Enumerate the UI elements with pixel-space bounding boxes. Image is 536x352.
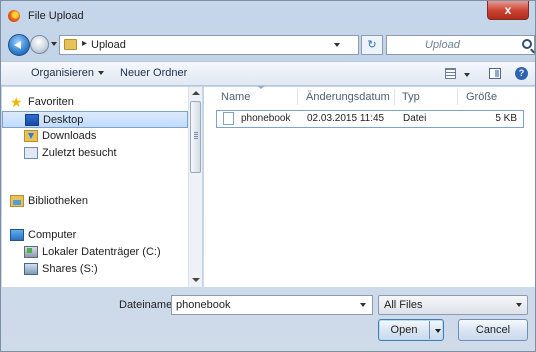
column-divider[interactable] — [457, 89, 458, 105]
window-title: File Upload — [28, 10, 84, 22]
search-icon[interactable] — [522, 39, 532, 49]
file-type: Datei — [403, 113, 427, 124]
sidebar-item-computer[interactable]: Computer — [2, 227, 188, 244]
sidebar-item-label: Shares (S:) — [42, 263, 98, 275]
sidebar-item-zuletzt-besucht[interactable]: Zuletzt besucht — [2, 145, 188, 162]
scroll-up-icon[interactable] — [192, 91, 200, 95]
filename-value: phonebook — [176, 299, 231, 311]
sidebar-item-label: Computer — [28, 229, 77, 241]
back-button[interactable] — [8, 34, 30, 56]
sidebar-item-label: Bibliotheken — [28, 195, 88, 207]
filename-label: Dateiname: — [119, 299, 176, 311]
column-header-type[interactable]: Typ — [402, 87, 420, 107]
preview-pane-icon[interactable] — [489, 68, 501, 79]
new-folder-button[interactable]: Neuer Ordner — [120, 67, 187, 79]
forward-button[interactable] — [30, 35, 49, 54]
breadcrumb-upload[interactable]: Upload — [91, 39, 126, 51]
star-icon: ★ — [10, 94, 23, 110]
file-modified: 02.03.2015 11:45 — [307, 113, 385, 124]
close-button[interactable]: x — [487, 1, 529, 20]
split-divider — [429, 321, 430, 339]
file-size: 5 KB — [495, 113, 517, 124]
sidebar-item-label: Favoriten — [28, 96, 74, 108]
sidebar-item-downloads[interactable]: Downloads — [2, 128, 188, 145]
file-name: phonebook — [241, 113, 291, 124]
file-row[interactable]: phonebook 02.03.2015 11:45 Datei 5 KB — [216, 110, 524, 128]
chevron-down-icon — [516, 303, 522, 307]
file-type-filter-value: All Files — [384, 299, 423, 311]
sidebar-item-shares[interactable]: Shares (S:) — [2, 261, 188, 278]
view-options-dropdown[interactable] — [464, 73, 470, 77]
column-header-modified[interactable]: Änderungsdatum — [306, 87, 390, 107]
desktop-icon — [25, 114, 39, 126]
breadcrumb-separator[interactable]: ▸ — [82, 38, 87, 49]
sort-indicator-icon — [257, 86, 265, 89]
search-placeholder: Upload — [425, 39, 460, 51]
sidebar-item-desktop[interactable]: Desktop — [2, 111, 188, 128]
column-header-name[interactable]: Name — [221, 87, 250, 107]
sidebar-item-local-disk[interactable]: Lokaler Datenträger (C:) — [2, 244, 188, 261]
search-input[interactable]: Upload — [386, 35, 535, 55]
file-list: Name Änderungsdatum Typ Größe phonebook … — [204, 86, 535, 287]
address-bar[interactable]: ▸ Upload — [59, 35, 359, 55]
organize-label: Organisieren — [31, 67, 94, 79]
downloads-icon — [24, 130, 38, 142]
file-upload-dialog: File Upload x ▸ Upload ↻ Upload Organisi… — [0, 0, 536, 352]
address-dropdown-icon[interactable] — [334, 43, 340, 47]
sidebar-item-bibliotheken[interactable]: Bibliotheken — [2, 193, 188, 210]
navigation-row: ▸ Upload ↻ Upload — [1, 31, 535, 59]
file-icon — [223, 112, 234, 125]
cancel-button[interactable]: Cancel — [458, 319, 528, 341]
column-divider[interactable] — [394, 89, 395, 105]
chevron-down-icon[interactable] — [360, 303, 366, 307]
organize-button[interactable]: Organisieren — [31, 67, 104, 79]
sidebar-item-label: Desktop — [43, 114, 84, 126]
folder-icon — [64, 39, 77, 50]
sidebar-item-favoriten[interactable]: ★ Favoriten — [2, 94, 188, 111]
help-icon[interactable]: ? — [515, 67, 528, 80]
sidebar-item-label: Zuletzt besucht — [42, 147, 117, 159]
recent-places-icon — [24, 147, 38, 159]
network-share-icon — [24, 263, 38, 275]
change-view-icon[interactable] — [445, 68, 456, 79]
sidebar-item-label: Downloads — [42, 130, 97, 142]
recent-locations-dropdown[interactable] — [51, 42, 57, 46]
chevron-down-icon — [97, 71, 104, 76]
sidebar-item-label: Lokaler Datenträger (C:) — [42, 246, 161, 258]
scroll-down-icon[interactable] — [192, 278, 200, 282]
refresh-button[interactable]: ↻ — [361, 35, 383, 55]
navigation-pane: ★ Favoriten Desktop Downloads Zuletzt be… — [2, 87, 203, 287]
local-disk-icon — [24, 246, 38, 258]
grip-icon — [194, 132, 198, 139]
file-type-filter-select[interactable]: All Files — [378, 295, 528, 315]
column-header-size[interactable]: Größe — [466, 87, 497, 107]
open-button-label: Open — [390, 324, 418, 336]
computer-icon — [10, 229, 24, 241]
command-toolbar: Organisieren Neuer Ordner ? — [1, 61, 535, 86]
navigation-scrollbar[interactable] — [188, 87, 202, 287]
title-bar[interactable]: File Upload x — [1, 1, 535, 31]
column-divider[interactable] — [297, 89, 298, 105]
open-button[interactable]: Open — [378, 319, 444, 341]
libraries-icon — [10, 195, 24, 207]
open-options-icon[interactable] — [435, 329, 441, 333]
firefox-icon — [8, 10, 20, 22]
scroll-thumb[interactable] — [190, 101, 201, 173]
filename-field[interactable]: phonebook — [171, 295, 373, 315]
